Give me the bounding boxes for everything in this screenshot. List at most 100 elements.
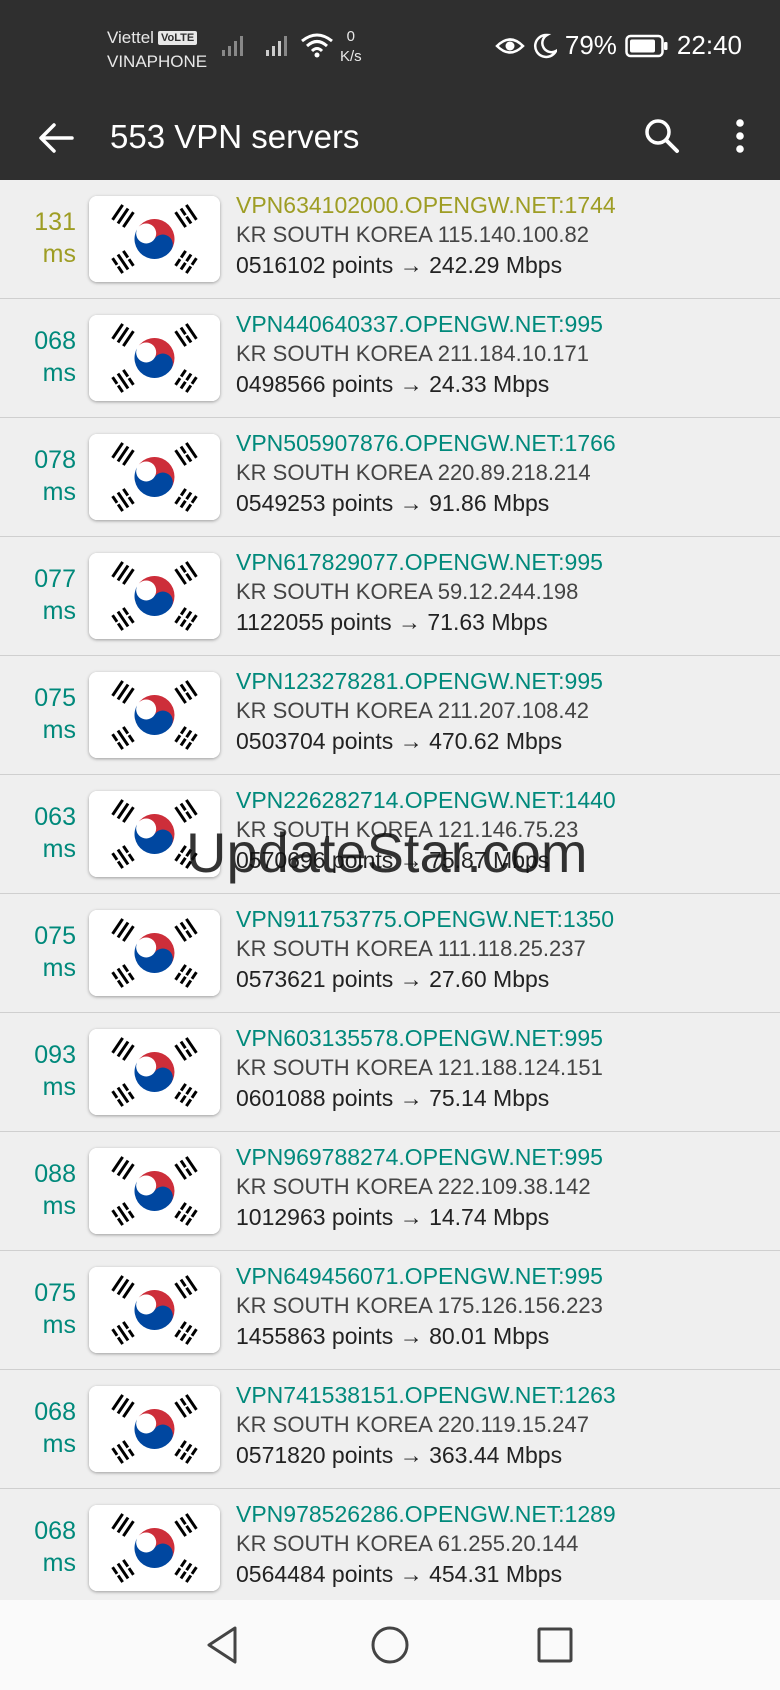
server-host: VPN505907876.OPENGW.NET:1766 bbox=[236, 430, 616, 456]
ping-unit: ms bbox=[42, 478, 76, 506]
ping-label: 075 ms bbox=[0, 1277, 76, 1341]
server-host: VPN741538151.OPENGW.NET:1263 bbox=[236, 1382, 616, 1408]
ping-label: 088 ms bbox=[0, 1158, 76, 1222]
server-row[interactable]: 077 ms VPN617829077.OPENGW.NET:995 KR SOU… bbox=[0, 537, 780, 656]
server-location: KR SOUTH KOREA 211.207.108.42 bbox=[236, 698, 589, 723]
app-bar: 553 VPN servers bbox=[0, 96, 780, 180]
server-stats: 0516102 points → 242.29 Mbps bbox=[236, 252, 563, 278]
server-row[interactable]: 068 ms VPN440640337.OPENGW.NET:995 KR SOU… bbox=[0, 299, 780, 418]
server-location: KR SOUTH KOREA 111.118.25.237 bbox=[236, 936, 586, 961]
server-info: VPN617829077.OPENGW.NET:995 KR SOUTH KOR… bbox=[236, 547, 603, 637]
ping-value: 131 bbox=[34, 208, 76, 236]
server-stats: 0503704 points → 470.62 Mbps bbox=[236, 728, 563, 754]
server-location: KR SOUTH KOREA 121.188.124.151 bbox=[236, 1055, 603, 1080]
nav-recents-icon[interactable] bbox=[531, 1621, 579, 1669]
ping-label: 131 ms bbox=[0, 206, 76, 270]
server-row[interactable]: 068 ms VPN978526286.OPENGW.NET:1289 KR SO… bbox=[0, 1489, 780, 1608]
ping-unit: ms bbox=[42, 359, 76, 387]
server-stats: 0571820 points → 363.44 Mbps bbox=[236, 1442, 563, 1468]
eye-comfort-icon bbox=[495, 37, 525, 54]
south-korea-flag-icon bbox=[89, 434, 220, 520]
ping-value: 063 bbox=[34, 803, 76, 831]
ping-label: 075 ms bbox=[0, 920, 76, 984]
server-location: KR SOUTH KOREA 222.109.38.142 bbox=[236, 1174, 591, 1199]
ping-label: 068 ms bbox=[0, 1515, 76, 1579]
ping-label: 063 ms bbox=[0, 801, 76, 865]
carrier-name-2: VINAPHONE bbox=[107, 52, 208, 71]
ping-value: 075 bbox=[34, 684, 76, 712]
battery-percent: 79% bbox=[564, 30, 617, 60]
server-info: VPN440640337.OPENGW.NET:995 KR SOUTH KOR… bbox=[236, 309, 603, 399]
server-info: VPN911753775.OPENGW.NET:1350 KR SOUTH KO… bbox=[236, 904, 614, 994]
server-info: VPN634102000.OPENGW.NET:1744 KR SOUTH KO… bbox=[236, 190, 616, 280]
ping-value: 077 bbox=[34, 565, 76, 593]
server-stats: 1012963 points → 14.74 Mbps bbox=[236, 1204, 550, 1230]
arrow-back-icon[interactable] bbox=[32, 114, 80, 162]
server-row[interactable]: 078 ms VPN505907876.OPENGW.NET:1766 KR SO… bbox=[0, 418, 780, 537]
server-row[interactable]: 063 ms VPN226282714.OPENGW.NET:1440 KR SO… bbox=[0, 775, 780, 894]
server-stats: 0498566 points → 24.33 Mbps bbox=[236, 371, 550, 397]
moon-icon bbox=[533, 33, 557, 58]
server-host: VPN123278281.OPENGW.NET:995 bbox=[236, 668, 603, 694]
server-info: VPN226282714.OPENGW.NET:1440 KR SOUTH KO… bbox=[236, 785, 616, 875]
server-list: 131 ms VPN634102000.OPENGW.NET:1744 KR SO… bbox=[0, 180, 780, 1608]
server-info: VPN969788274.OPENGW.NET:995 KR SOUTH KOR… bbox=[236, 1142, 603, 1232]
speed-unit: K/s bbox=[340, 48, 362, 65]
volte-badge: VoLTE bbox=[157, 31, 198, 45]
server-info: VPN741538151.OPENGW.NET:1263 KR SOUTH KO… bbox=[236, 1380, 616, 1470]
server-row[interactable]: 075 ms VPN649456071.OPENGW.NET:995 KR SOU… bbox=[0, 1251, 780, 1370]
signal-icon bbox=[222, 36, 243, 56]
server-row[interactable]: 131 ms VPN634102000.OPENGW.NET:1744 KR SO… bbox=[0, 180, 780, 299]
server-row[interactable]: 093 ms VPN603135578.OPENGW.NET:995 KR SOU… bbox=[0, 1013, 780, 1132]
server-stats: 0573621 points → 27.60 Mbps bbox=[236, 966, 550, 992]
server-row[interactable]: 075 ms VPN123278281.OPENGW.NET:995 KR SOU… bbox=[0, 656, 780, 775]
server-stats: 1122055 points → 71.63 Mbps bbox=[236, 609, 548, 635]
ping-value: 088 bbox=[34, 1160, 76, 1188]
more-vert-icon[interactable] bbox=[716, 112, 764, 160]
south-korea-flag-icon bbox=[89, 1148, 220, 1234]
ping-value: 075 bbox=[34, 1279, 76, 1307]
clock: 22:40 bbox=[676, 30, 742, 60]
server-row[interactable]: 068 ms VPN741538151.OPENGW.NET:1263 KR SO… bbox=[0, 1370, 780, 1489]
server-info: VPN649456071.OPENGW.NET:995 KR SOUTH KOR… bbox=[236, 1261, 603, 1351]
server-info: VPN505907876.OPENGW.NET:1766 KR SOUTH KO… bbox=[236, 428, 616, 518]
server-location: KR SOUTH KOREA 175.126.156.223 bbox=[236, 1293, 603, 1318]
server-host: VPN911753775.OPENGW.NET:1350 bbox=[236, 906, 615, 932]
status-bar: Viettel VoLTE VINAPHONE 0 K/s 79% 22:40 bbox=[0, 0, 780, 96]
server-stats: 1455863 points → 80.01 Mbps bbox=[236, 1323, 550, 1349]
server-stats: 0549253 points → 91.86 Mbps bbox=[236, 490, 550, 516]
ping-unit: ms bbox=[42, 835, 76, 863]
nav-back-icon[interactable] bbox=[199, 1621, 247, 1669]
ping-unit: ms bbox=[42, 716, 76, 744]
ping-unit: ms bbox=[42, 597, 76, 625]
ping-value: 075 bbox=[34, 922, 76, 950]
server-host: VPN226282714.OPENGW.NET:1440 bbox=[236, 787, 616, 813]
nav-home-icon[interactable] bbox=[366, 1621, 414, 1669]
ping-unit: ms bbox=[42, 1192, 76, 1220]
wifi-icon bbox=[301, 33, 333, 58]
ping-label: 068 ms bbox=[0, 1396, 76, 1460]
ping-value: 078 bbox=[34, 446, 76, 474]
server-host: VPN969788274.OPENGW.NET:995 bbox=[236, 1144, 603, 1170]
south-korea-flag-icon bbox=[89, 1029, 220, 1115]
ping-unit: ms bbox=[42, 1311, 76, 1339]
server-location: KR SOUTH KOREA 211.184.10.171 bbox=[236, 341, 589, 366]
south-korea-flag-icon bbox=[89, 1505, 220, 1591]
server-info: VPN123278281.OPENGW.NET:995 KR SOUTH KOR… bbox=[236, 666, 603, 756]
status-right: 79% 22:40 bbox=[495, 30, 742, 61]
search-icon[interactable] bbox=[638, 112, 686, 160]
ping-value: 068 bbox=[34, 1517, 76, 1545]
server-location: KR SOUTH KOREA 61.255.20.144 bbox=[236, 1531, 579, 1556]
server-stats: 0564484 points → 454.31 Mbps bbox=[236, 1561, 563, 1587]
server-host: VPN978526286.OPENGW.NET:1289 bbox=[236, 1501, 616, 1527]
server-location: KR SOUTH KOREA 121.146.75.23 bbox=[236, 817, 579, 842]
server-info: VPN978526286.OPENGW.NET:1289 KR SOUTH KO… bbox=[236, 1499, 616, 1589]
server-row[interactable]: 088 ms VPN969788274.OPENGW.NET:995 KR SOU… bbox=[0, 1132, 780, 1251]
south-korea-flag-icon bbox=[89, 1386, 220, 1472]
navigation-bar bbox=[0, 1600, 780, 1690]
server-row[interactable]: 075 ms VPN911753775.OPENGW.NET:1350 KR SO… bbox=[0, 894, 780, 1013]
server-location: KR SOUTH KOREA 220.119.15.247 bbox=[236, 1412, 589, 1437]
server-host: VPN634102000.OPENGW.NET:1744 bbox=[236, 192, 616, 218]
ping-value: 093 bbox=[34, 1041, 76, 1069]
server-location: KR SOUTH KOREA 115.140.100.82 bbox=[236, 222, 589, 247]
